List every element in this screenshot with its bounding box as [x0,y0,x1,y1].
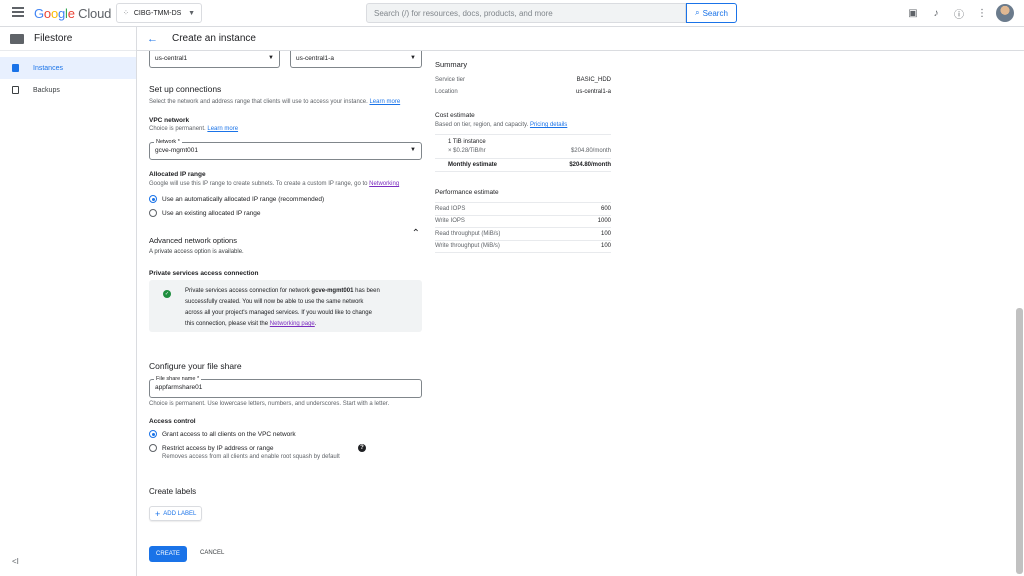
psa-heading: Private services access connection [149,270,259,277]
chevron-down-icon: ▼ [188,9,195,17]
page-header: ← Create an instance [137,27,1024,51]
networking-link[interactable]: Networking [369,181,399,187]
sidebar-item-instances[interactable]: Instances [0,57,136,79]
instances-icon [12,64,19,72]
dropdown-arrow-icon: ▼ [410,147,416,153]
vpc-desc: Choice is permanent. Learn more [149,126,239,132]
zone-select[interactable]: us-central1-a ▼ [290,51,422,68]
perf-row-write-throughput: Write throughput (MiB/s) 100 [435,241,611,253]
back-arrow-icon[interactable]: ← [147,33,158,45]
access-restrict-hint: Removes access from all clients and enab… [162,454,340,460]
advanced-options-toggle[interactable]: Advanced network options ⌃ [149,228,422,245]
product-header: Filestore [0,27,136,51]
check-circle-icon: ✓ [163,290,171,298]
connections-desc: Select the network and address range tha… [149,99,401,105]
sidebar-item-backups[interactable]: Backups [0,79,136,101]
notifications-icon[interactable]: ♪ [929,6,943,20]
left-nav: Filestore Instances Backups <I [0,27,137,576]
labels-heading: Create labels [149,487,197,496]
avatar[interactable] [996,4,1014,22]
plus-icon: + [155,508,161,519]
project-selector[interactable]: ⁘ CIBG-TMM-DS ▼ [116,3,202,23]
access-control-heading: Access control [149,418,196,425]
ip-existing-radio[interactable]: Use an existing allocated IP range [149,209,261,217]
cloud-shell-icon[interactable]: ▣ [906,6,920,20]
location-row: Location us-central1-a [435,89,611,95]
summary-panel: Summary Service tier BASIC_HDD Location us… [435,60,611,253]
ip-range-heading: Allocated IP range [149,171,206,178]
file-share-heading: Configure your file share [149,361,242,371]
file-share-hint: Choice is permanent. Use lowercase lette… [149,401,390,407]
chevron-up-icon: ⌃ [411,228,420,239]
collapse-nav-icon[interactable]: <I [12,557,19,566]
instance-line: 1 TiB instance [448,139,486,145]
psa-success-box: ✓ Private services access connection for… [149,280,422,332]
monthly-estimate-row: Monthly estimate $204.80/month [435,158,611,172]
advanced-note: A private access option is available. [149,249,244,255]
connections-heading: Set up connections [149,84,222,94]
networking-page-link[interactable]: Networking page [270,321,315,327]
summary-title: Summary [435,60,468,69]
vpc-learn-more-link[interactable]: Learn more [207,126,238,132]
search-button[interactable]: ⌕ Search [686,3,737,23]
filestore-icon [10,33,24,44]
radio-selected [149,195,157,203]
search-input[interactable]: Search (/) for resources, docs, products… [366,3,686,23]
perf-estimate-title: Performance estimate [435,189,499,196]
more-vert-icon[interactable]: ⋮ [975,6,989,20]
help-circle-icon[interactable]: ? [358,444,366,452]
perf-row-read-iops: Read IOPS 600 [435,203,611,216]
perf-row-read-throughput: Read throughput (MiB/s) 100 [435,228,611,241]
create-button[interactable]: CREATE [149,546,187,562]
pricing-details-link[interactable]: Pricing details [530,122,567,128]
perf-row-write-iops: Write IOPS 1000 [435,216,611,228]
menu-icon[interactable] [12,7,24,17]
google-cloud-logo[interactable]: Google Cloud [34,6,111,21]
cost-desc: Based on tier, region, and capacity. Pri… [435,122,568,128]
psa-message: Private services access connection for n… [185,288,380,327]
top-bar: Google Cloud ⁘ CIBG-TMM-DS ▼ Search (/) … [0,0,1024,27]
dropdown-arrow-icon: ▼ [410,55,416,61]
radio-unselected [149,209,157,217]
add-label-button[interactable]: + ADD LABEL [149,506,203,521]
vpc-heading: VPC network [149,117,190,124]
dropdown-arrow-icon: ▼ [268,55,274,61]
cost-estimate-title: Cost estimate [435,112,475,119]
ip-auto-radio[interactable]: Use an automatically allocated IP range … [149,195,324,203]
access-all-radio[interactable]: Grant access to all clients on the VPC n… [149,430,296,438]
file-share-name-input[interactable]: File share name * appfarmshare01 [149,376,422,398]
radio-selected [149,430,157,438]
ip-range-desc: Google will use this IP range to create … [149,181,400,187]
region-select[interactable]: us-central1 ▼ [149,51,280,68]
rate-line: × $0.28/TiB/hr $204.80/month [448,148,611,154]
service-tier-row: Service tier BASIC_HDD [435,77,611,83]
project-icon: ⁘ [123,10,129,17]
help-icon[interactable]: ⓘ [952,6,966,21]
search-icon: ⌕ [695,8,700,17]
radio-unselected [149,444,157,452]
perf-table: Read IOPS 600 Write IOPS 1000 Read through… [435,202,611,253]
access-restrict-radio[interactable]: Restrict access by IP address or range [149,444,274,452]
backups-icon [12,86,19,94]
network-select[interactable]: Network * gcve-mgmt001 ▼ [149,139,422,160]
page-scrollbar[interactable] [1016,308,1023,574]
cancel-button[interactable]: CANCEL [200,550,224,556]
page-title: Create an instance [172,33,256,44]
project-name: CIBG-TMM-DS [133,9,182,17]
connections-learn-more-link[interactable]: Learn more [369,99,400,105]
